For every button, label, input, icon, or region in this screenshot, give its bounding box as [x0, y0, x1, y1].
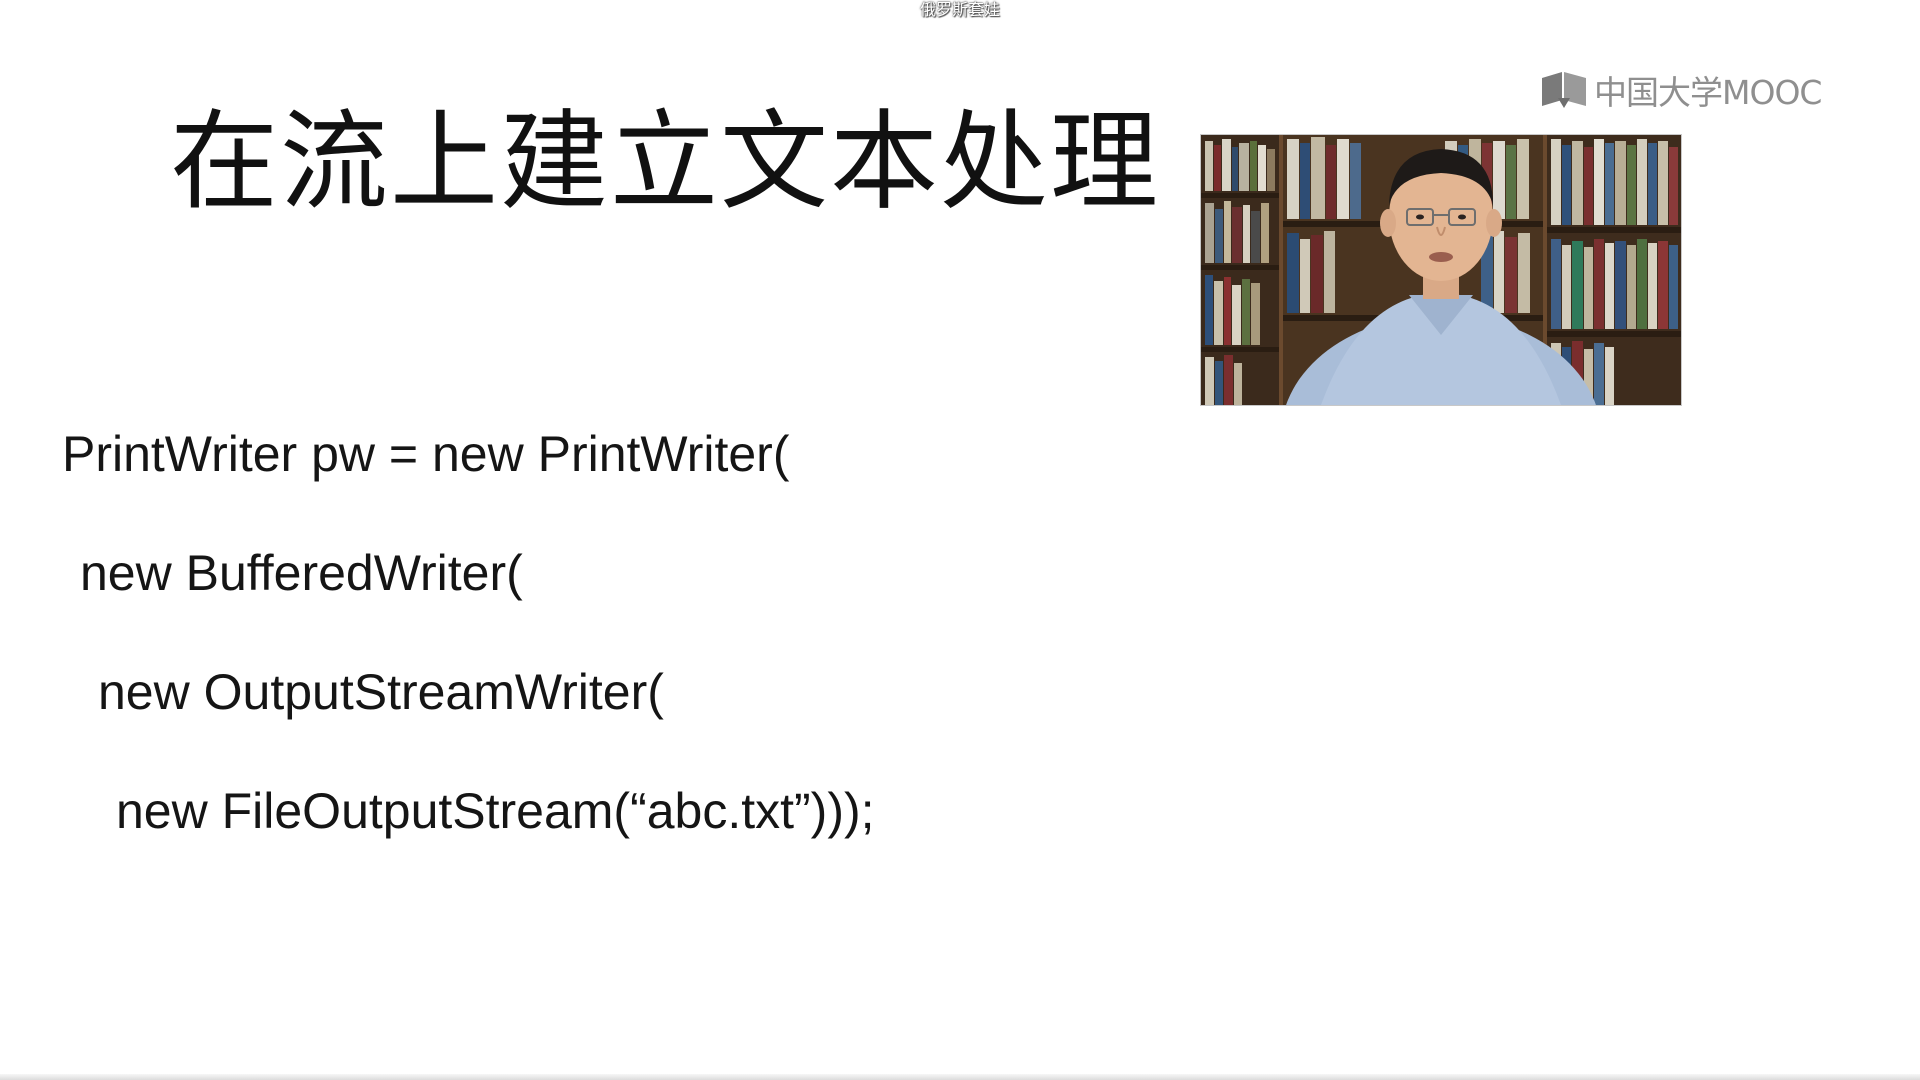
mooc-logo: 中国大学MOOC	[1540, 66, 1822, 114]
presenter-video	[1200, 134, 1682, 406]
code-line: new OutputStreamWriter(	[98, 664, 664, 720]
slide-title: 在流上建立文本处理	[170, 100, 1161, 225]
slide-bottom-edge	[0, 1074, 1920, 1080]
code-line: PrintWriter pw = new PrintWriter(	[62, 426, 790, 482]
code-line: new FileOutputStream(“abc.txt”)));	[116, 783, 875, 839]
code-line: new BufferedWriter(	[80, 545, 523, 601]
slide-canvas: 俄罗斯套娃 中国大学MOOC 在流上建立文本处理 PrintWriter pw …	[0, 0, 1920, 1078]
logo-text: 中国大学MOOC	[1594, 73, 1822, 112]
open-book-icon	[1540, 70, 1588, 110]
video-title: 俄罗斯套娃	[919, 0, 1000, 19]
